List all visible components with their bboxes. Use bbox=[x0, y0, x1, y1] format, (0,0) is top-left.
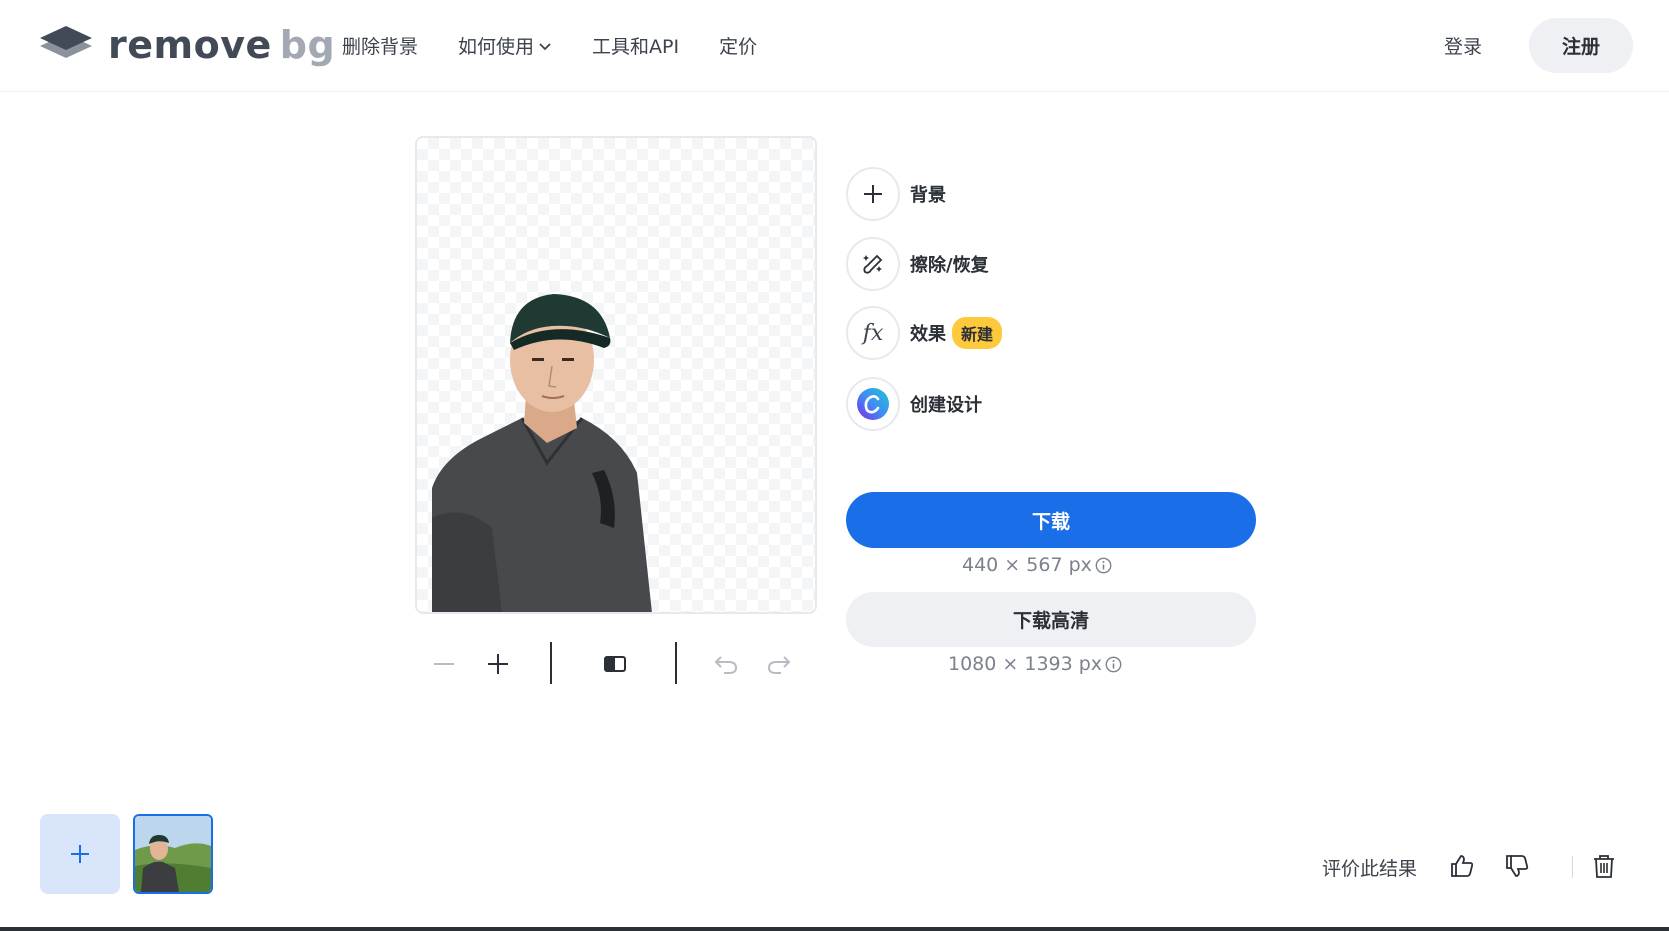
erase-restore-button[interactable] bbox=[846, 237, 900, 291]
logo-text-remove: remove bbox=[108, 23, 272, 67]
chevron-down-icon bbox=[539, 42, 551, 50]
main-nav: 删除背景 如何使用 工具和API 定价 bbox=[342, 32, 757, 59]
nav-pricing[interactable]: 定价 bbox=[719, 32, 757, 59]
erase-restore-label: 擦除/恢复 bbox=[910, 255, 989, 276]
create-design-label: 创建设计 bbox=[910, 395, 982, 416]
nav-label: 如何使用 bbox=[458, 36, 535, 58]
magic-brush-icon bbox=[863, 254, 883, 274]
nav-label: 删除背景 bbox=[342, 36, 419, 58]
top-header: remove bg 删除背景 如何使用 工具和API 定价 登录 注册 bbox=[0, 0, 1669, 92]
logo-text: remove bg bbox=[108, 24, 335, 66]
redo-icon[interactable] bbox=[765, 650, 793, 678]
logo-layers-icon bbox=[40, 26, 92, 58]
logo-text-bg: bg bbox=[279, 23, 336, 67]
image-thumbnail[interactable] bbox=[133, 814, 213, 894]
background-action[interactable]: 背景 bbox=[846, 167, 946, 221]
effects-button[interactable]: fx bbox=[846, 306, 900, 360]
create-design-action[interactable]: 创建设计 bbox=[846, 377, 982, 431]
create-design-button[interactable] bbox=[846, 377, 900, 431]
toolbar-divider bbox=[550, 642, 552, 684]
nav-how-to-use[interactable]: 如何使用 bbox=[458, 32, 552, 59]
nav-remove-background[interactable]: 删除背景 bbox=[342, 32, 418, 59]
login-link[interactable]: 登录 bbox=[1444, 32, 1482, 59]
download-button[interactable]: 下载 bbox=[846, 492, 1256, 548]
info-icon[interactable] bbox=[1095, 557, 1112, 574]
zoom-in-icon[interactable] bbox=[484, 650, 512, 678]
effects-label: 效果 bbox=[910, 324, 946, 345]
zoom-out-icon[interactable] bbox=[430, 650, 458, 678]
signup-button[interactable]: 注册 bbox=[1529, 18, 1633, 73]
rate-result-label: 评价此结果 bbox=[1322, 858, 1418, 880]
thumbnail-photo bbox=[135, 816, 211, 892]
upload-new-image-button[interactable] bbox=[40, 814, 120, 894]
toolbar-divider bbox=[675, 642, 677, 684]
info-icon[interactable] bbox=[1105, 656, 1122, 673]
trash-icon[interactable] bbox=[1590, 852, 1618, 880]
add-background-button[interactable] bbox=[846, 167, 900, 221]
nav-tools-api[interactable]: 工具和API bbox=[592, 32, 679, 59]
thumbs-up-icon[interactable] bbox=[1448, 852, 1476, 880]
bottom-divider bbox=[1572, 856, 1573, 878]
window-bottom-edge bbox=[0, 927, 1669, 931]
download-size-text: 440 × 567 px bbox=[962, 554, 1092, 576]
background-label: 背景 bbox=[910, 185, 946, 206]
nav-label: 工具和API bbox=[592, 36, 680, 58]
plus-icon bbox=[864, 185, 882, 203]
canva-icon bbox=[857, 388, 889, 420]
download-hd-size-text: 1080 × 1393 px bbox=[948, 653, 1103, 675]
new-badge: 新建 bbox=[952, 317, 1003, 349]
nav-label: 定价 bbox=[719, 36, 758, 58]
logo[interactable]: remove bg bbox=[38, 24, 335, 66]
download-size-info: 440 × 567 px bbox=[962, 554, 1112, 576]
undo-icon[interactable] bbox=[712, 650, 740, 678]
preview-toolbar bbox=[415, 642, 817, 686]
effects-action[interactable]: fx 效果 新建 bbox=[846, 306, 1003, 360]
compare-icon[interactable] bbox=[601, 650, 629, 678]
result-preview[interactable] bbox=[415, 136, 817, 614]
cutout-person-image bbox=[432, 294, 652, 612]
download-hd-button[interactable]: 下载高清 bbox=[846, 592, 1256, 647]
thumbs-down-icon[interactable] bbox=[1503, 852, 1531, 880]
download-hd-size-info: 1080 × 1393 px bbox=[948, 653, 1122, 675]
erase-restore-action[interactable]: 擦除/恢复 bbox=[846, 237, 989, 291]
plus-icon bbox=[71, 845, 89, 863]
fx-icon: fx bbox=[862, 320, 884, 346]
